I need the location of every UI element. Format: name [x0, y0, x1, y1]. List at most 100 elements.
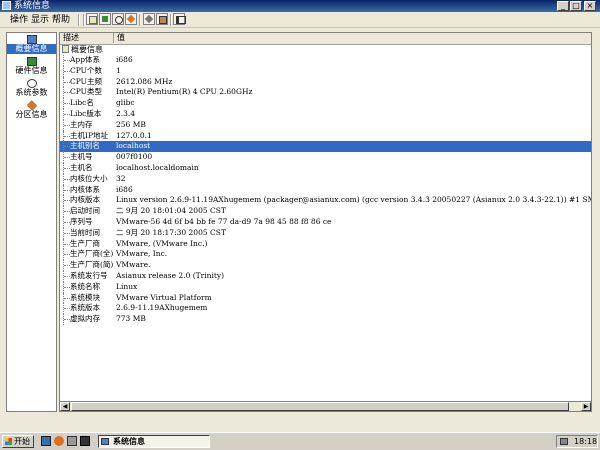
sidebar-item-overview[interactable]: 概要信息 — [7, 35, 56, 57]
tree-connector — [63, 184, 70, 196]
search-icon[interactable] — [112, 13, 124, 25]
table-row[interactable]: 生产厂商 VMware, (VMware Inc.) — [60, 238, 591, 250]
column-header-value[interactable]: 值 — [115, 33, 125, 43]
row-value: 2.3.4 — [116, 108, 136, 118]
scroll-right-button[interactable]: ▶ — [581, 402, 591, 411]
exit-icon[interactable] — [173, 13, 186, 25]
row-value: 773 MB — [116, 314, 146, 324]
table-row[interactable]: CPU主频 2612.086 MHz — [60, 76, 591, 88]
tree-connector — [63, 249, 70, 261]
row-value: Intel(R) Pentium(R) 4 CPU 2.60GHz — [116, 87, 253, 97]
row-description: CPU个数 — [70, 65, 102, 75]
computer-icon — [26, 35, 37, 44]
table-row[interactable]: 系统模块 VMware Virtual Platform — [60, 292, 591, 304]
row-value: 二 9月 20 18:01:04 2005 CST — [116, 206, 226, 216]
row-description: 系统版本 — [70, 303, 100, 313]
table-row[interactable]: 生产厂商(简) VMware. — [60, 260, 591, 271]
table-row[interactable]: 主机号 007f0100 — [60, 152, 591, 163]
tree-connector — [63, 141, 70, 153]
table-row[interactable]: Libc版本 2.3.4 — [60, 108, 591, 120]
table-row[interactable]: 主内存 256 MB — [60, 119, 591, 131]
horizontal-scrollbar[interactable]: ◀ ▶ — [59, 401, 592, 412]
table-row[interactable]: 系统名称 Linux — [60, 281, 591, 293]
tree-connector — [63, 162, 70, 174]
minimize-button[interactable]: _ — [557, 1, 569, 11]
row-description: 主机名 — [70, 162, 93, 172]
scroll-left-button[interactable]: ◀ — [60, 402, 70, 411]
table-row[interactable]: 当前时间 二 9月 20 18:17:30 2005 CST — [60, 227, 591, 239]
table-row[interactable]: 虚拟内存 773 MB — [60, 314, 591, 325]
tree-connector — [63, 65, 70, 77]
settings-icon[interactable] — [67, 436, 77, 446]
tree-connector — [63, 119, 70, 131]
close-button[interactable]: × — [584, 1, 596, 11]
table-row[interactable]: App体系 i686 — [60, 55, 591, 66]
table-row[interactable]: 生产厂商(全) VMware, Inc. — [60, 249, 591, 261]
overview-icon — [62, 45, 69, 53]
sidebar-item-params[interactable]: 系统参数 — [7, 79, 56, 101]
system-info-icon — [101, 438, 109, 445]
tree-connector — [63, 87, 70, 99]
row-description: 系统名称 — [70, 281, 100, 291]
sidebar-item-label: 硬件信息 — [15, 66, 48, 75]
sidebar-item-label: 分区信息 — [15, 110, 48, 119]
table-row[interactable]: 内核位大小 32 — [60, 173, 591, 185]
tree-root[interactable]: 概要信息 — [60, 44, 591, 55]
tree-connector — [63, 314, 70, 325]
system-info-icon[interactable] — [86, 13, 98, 25]
table-row[interactable]: 内核版本 Linux version 2.6.9-11.19AXhugemem (… — [60, 195, 591, 207]
row-value: VMware-56 4d 6f b4 bb fe 77 da-d9 7a 98 … — [116, 216, 332, 226]
menu-operate[interactable]: 操作 — [10, 14, 28, 26]
params-icon[interactable] — [143, 13, 155, 25]
hardware-icon — [26, 57, 37, 66]
table-row[interactable]: 启动时间 二 9月 20 18:01:04 2005 CST — [60, 206, 591, 217]
row-value: Linux version 2.6.9-11.19AXhugemem (pack… — [116, 195, 591, 205]
tree-connector — [63, 108, 70, 120]
row-description: 序列号 — [70, 216, 93, 226]
row-value: Linux — [116, 281, 138, 291]
tree-connector — [63, 292, 70, 304]
sidebar-item-partition[interactable]: 分区信息 — [7, 100, 56, 123]
sidebar: 概要信息 硬件信息 系统参数 分区信息 — [6, 32, 57, 412]
clock: 18:18 — [574, 437, 598, 446]
menu-bar: 操作 显示 帮助 — [0, 12, 600, 28]
tree-connector — [63, 281, 70, 293]
row-description: 内核体系 — [70, 184, 100, 194]
desktop-icon[interactable] — [41, 436, 51, 446]
network-icon[interactable] — [560, 438, 568, 445]
table-row[interactable]: 主机名 localhost.localdomain — [60, 162, 591, 174]
tree-connector — [63, 130, 70, 142]
scroll-thumb[interactable] — [71, 402, 569, 411]
table-row[interactable]: CPU个数 1 — [60, 65, 591, 77]
tree-connector — [63, 173, 70, 185]
toolbar-separator — [83, 14, 85, 26]
menu-view[interactable]: 显示 — [31, 14, 49, 26]
row-value: i686 — [116, 55, 133, 64]
table-row[interactable]: 内核体系 i686 — [60, 184, 591, 196]
row-value: VMware Virtual Platform — [116, 292, 212, 302]
terminal-icon[interactable] — [80, 436, 90, 446]
menu-help[interactable]: 帮助 — [52, 14, 70, 26]
taskbar-task-sysinfo[interactable]: 系统信息 — [98, 435, 210, 448]
maximize-button[interactable]: □ — [570, 1, 582, 11]
tree-connector — [63, 55, 70, 66]
row-value: localhost.localdomain — [116, 162, 199, 172]
window-title: 系统信息 — [14, 1, 51, 11]
table-row[interactable]: Libc名 glibc — [60, 98, 591, 109]
row-description: CPU主频 — [70, 76, 102, 86]
browser-icon[interactable] — [54, 436, 64, 446]
tools-icon[interactable] — [156, 13, 168, 25]
table-row[interactable]: 主机别名 localhost — [60, 141, 591, 153]
tree-root-label: 概要信息 — [71, 45, 103, 54]
sidebar-item-hardware[interactable]: 硬件信息 — [7, 57, 56, 79]
column-header-description[interactable]: 描述 — [60, 33, 114, 43]
table-row[interactable]: 系统发行号 Asianux release 2.0 (Trinity) — [60, 270, 591, 282]
start-button[interactable]: 开始 — [2, 435, 34, 448]
hardware-icon[interactable] — [99, 13, 111, 25]
table-row[interactable]: 序列号 VMware-56 4d 6f b4 bb fe 77 da-d9 7a … — [60, 216, 591, 228]
partition-icon[interactable] — [125, 13, 137, 25]
table-row[interactable]: 主机IP地址 127.0.0.1 — [60, 130, 591, 142]
table-row[interactable]: 系统版本 2.6.9-11.19AXhugemem — [60, 303, 591, 315]
start-logo-icon — [5, 438, 12, 445]
table-row[interactable]: CPU类型 Intel(R) Pentium(R) 4 CPU 2.60GHz — [60, 87, 591, 99]
